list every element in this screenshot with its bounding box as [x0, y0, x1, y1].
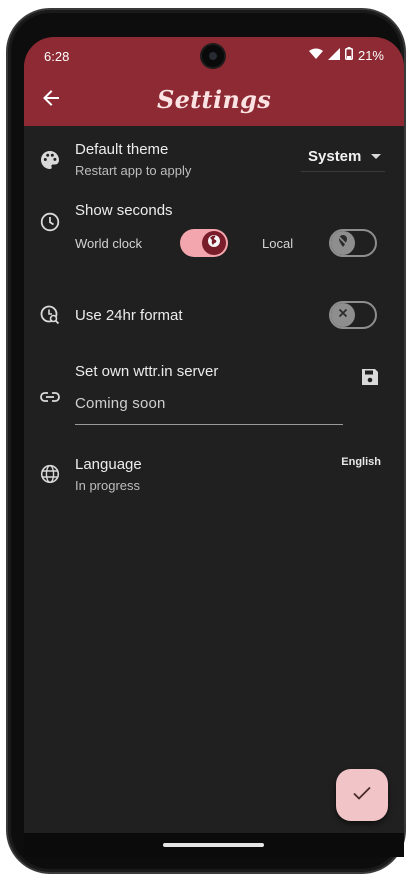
phone-frame: 6:28 21% Settings Default theme Restart …	[6, 8, 406, 874]
theme-dropdown[interactable]: System	[301, 142, 385, 172]
show-seconds-title: Show seconds	[75, 202, 173, 219]
wttr-server-input[interactable]: Coming soon	[75, 379, 343, 425]
default-theme-subtitle: Restart app to apply	[75, 163, 192, 178]
world-clock-switch[interactable]	[180, 229, 228, 257]
status-time: 6:28	[44, 49, 70, 64]
page-title: Settings	[156, 85, 272, 114]
language-subtitle: In progress	[75, 478, 141, 493]
front-camera	[202, 45, 224, 67]
close-icon	[337, 306, 349, 324]
battery-icon	[344, 47, 353, 63]
setting-default-theme: Default theme Restart app to apply Syste…	[24, 126, 404, 188]
local-label: Local	[262, 236, 294, 251]
status-bar: 6:28 21%	[24, 37, 404, 75]
link-icon	[38, 385, 62, 409]
world-clock-label: World clock	[75, 236, 142, 251]
setting-24hr-format: Use 24hr format	[24, 284, 404, 346]
local-switch-thumb	[331, 231, 355, 255]
globe-icon	[38, 462, 62, 486]
home-handle[interactable]	[163, 843, 264, 847]
save-server-button[interactable]	[356, 365, 384, 393]
language-value: English	[341, 456, 381, 468]
setting-show-seconds: Show seconds World clock Local	[24, 188, 404, 284]
default-theme-title: Default theme	[75, 141, 169, 158]
clock-icon	[38, 210, 62, 234]
wttr-server-title: Set own wttr.in server	[75, 363, 219, 380]
save-icon	[361, 368, 379, 391]
caret-down-icon	[371, 154, 382, 159]
setting-wttr-server: Set own wttr.in server Coming soon	[24, 346, 404, 441]
language-title: Language	[75, 456, 142, 473]
24hr-format-title: Use 24hr format	[75, 307, 183, 324]
setting-language[interactable]: Language In progress English	[24, 441, 404, 503]
check-icon	[352, 785, 372, 806]
world-clock-switch-thumb	[202, 231, 226, 255]
theme-dropdown-value: System	[308, 148, 362, 165]
24hr-format-switch[interactable]	[329, 301, 377, 329]
local-switch[interactable]	[329, 229, 377, 257]
wifi-icon	[308, 48, 323, 63]
clock-search-icon	[38, 303, 62, 327]
wttr-server-placeholder: Coming soon	[75, 395, 166, 412]
battery-percent: 21%	[357, 47, 384, 63]
signal-icon	[327, 47, 340, 63]
globe-icon	[207, 234, 221, 253]
app-bar: Settings	[24, 75, 404, 126]
24hr-format-switch-thumb	[331, 303, 355, 327]
confirm-fab[interactable]	[336, 769, 388, 821]
location-off-icon	[336, 234, 350, 253]
screen: 6:28 21% Settings Default theme Restart …	[24, 37, 404, 857]
status-icons: 21%	[308, 47, 384, 63]
navigation-bar	[24, 833, 404, 857]
palette-icon	[38, 148, 62, 172]
top-bar: 6:28 21% Settings	[24, 37, 404, 126]
